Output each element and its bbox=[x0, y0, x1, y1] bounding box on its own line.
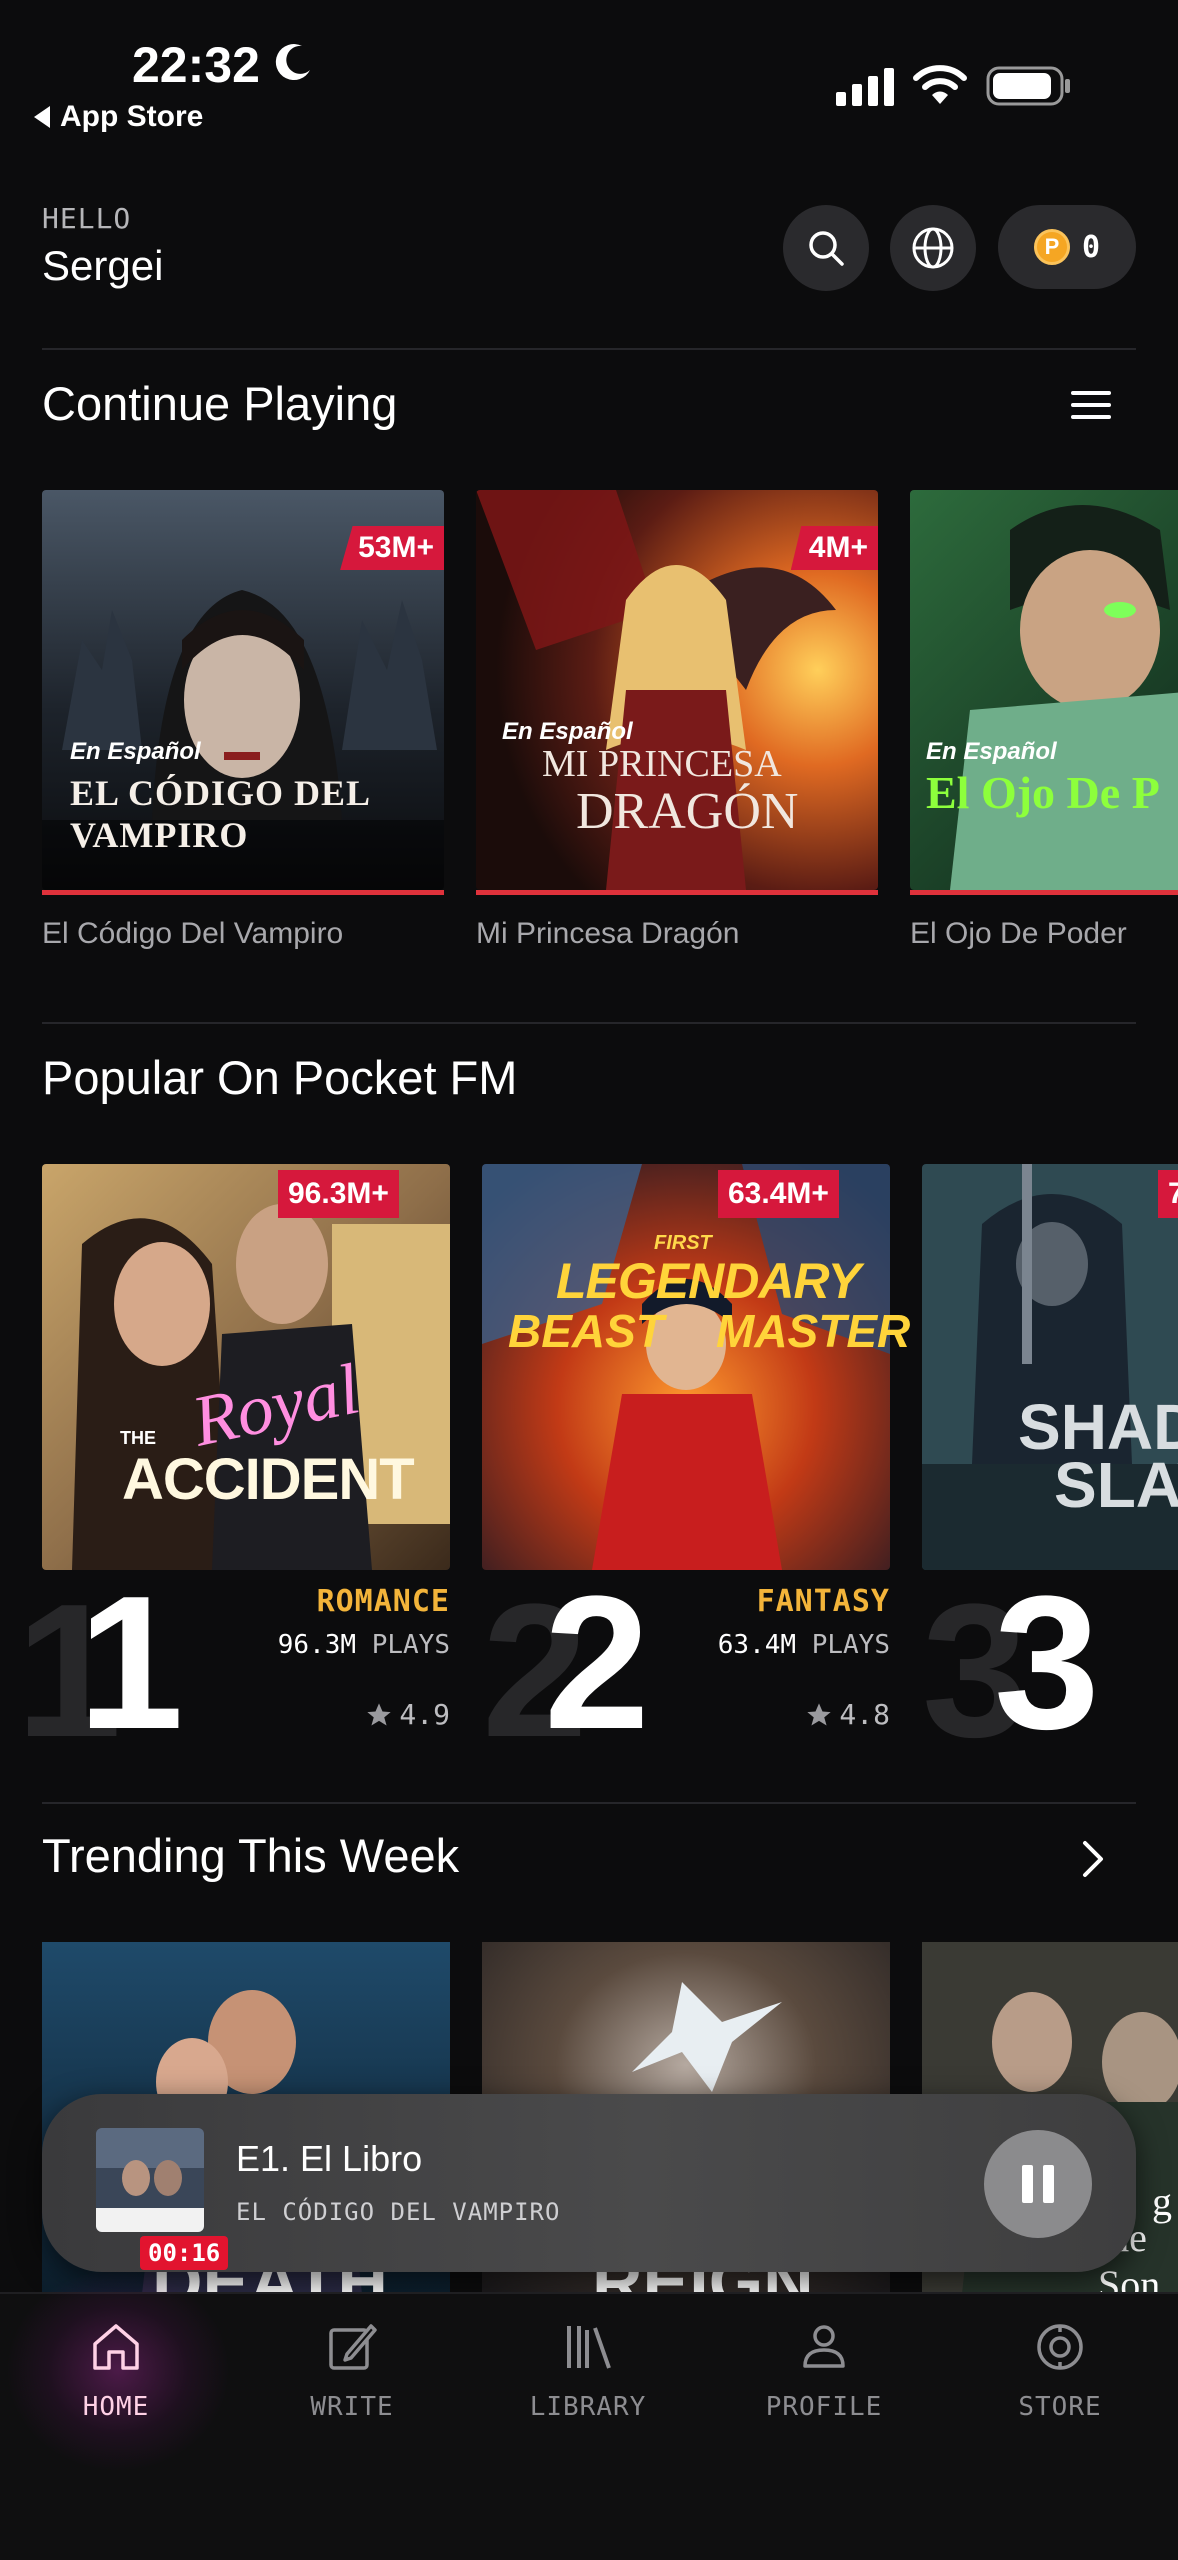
cellular-signal-icon bbox=[836, 68, 894, 106]
back-arrow-icon bbox=[34, 106, 50, 128]
cover-title: EL CÓDIGO DEL VAMPIRO bbox=[70, 773, 370, 855]
continue-card[interactable]: En Español EL CÓDIGO DEL VAMPIRO 53M+ El… bbox=[42, 490, 444, 951]
plays-badge: 7 bbox=[1158, 1170, 1178, 1218]
chevron-right-icon[interactable] bbox=[1082, 1840, 1104, 1878]
cover-tag: En Español bbox=[70, 738, 201, 765]
show-title: EL CÓDIGO DEL VAMPIRO bbox=[236, 2198, 561, 2226]
genre-label: ROMANCE bbox=[316, 1584, 450, 1619]
back-to-app-store[interactable]: App Store bbox=[34, 100, 203, 134]
cover-title: LEGENDARY bbox=[556, 1253, 861, 1309]
progress-bar bbox=[42, 890, 444, 895]
back-label: App Store bbox=[60, 100, 204, 133]
pencil-icon bbox=[329, 2324, 377, 2370]
cover-image: En Español El Ojo De P bbox=[910, 490, 1178, 890]
plays-badge: 96.3M+ bbox=[278, 1170, 399, 1218]
nav-home[interactable]: HOME bbox=[16, 2320, 216, 2422]
elapsed-time: 00:16 bbox=[140, 2236, 229, 2270]
cover-image: En Español EL CÓDIGO DEL VAMPIRO 53M+ bbox=[42, 490, 444, 890]
divider bbox=[42, 1022, 1136, 1024]
popular-card[interactable]: FIRST LEGENDARY BEAST MASTER 63.4M+ 2 2 … bbox=[482, 1164, 911, 1766]
divider bbox=[42, 348, 1136, 350]
cover-title-3: MASTER bbox=[716, 1305, 911, 1357]
cover-title: MI PRINCESA bbox=[542, 743, 782, 785]
divider bbox=[42, 1802, 1136, 1804]
progress-bar bbox=[476, 890, 878, 895]
search-icon bbox=[809, 231, 844, 266]
popular-card[interactable]: Royal THE ACCIDENT 96.3M+ 1 1 ROMANCE 96… bbox=[16, 1164, 450, 1766]
progress-bar bbox=[910, 890, 1178, 895]
pause-button[interactable] bbox=[984, 2130, 1092, 2238]
cover-image: SHADO SLAV 7 bbox=[922, 1164, 1178, 1570]
card-title: El Ojo De Poder bbox=[910, 917, 1127, 950]
nav-library[interactable]: LIBRARY bbox=[488, 2320, 688, 2422]
person-icon bbox=[803, 2325, 845, 2368]
rank-number: 3 bbox=[994, 1557, 1100, 1764]
cover-title: ACCIDENT bbox=[122, 1447, 415, 1512]
coin-icon: P bbox=[1033, 229, 1070, 265]
cover-image: En Español MI PRINCESA DRAGÓN 4M+ bbox=[476, 490, 878, 890]
username: Sergei bbox=[42, 242, 164, 289]
plays-badge: 4M+ bbox=[790, 526, 878, 570]
store-icon bbox=[1037, 2324, 1083, 2370]
rating: 4.9 bbox=[365, 1698, 450, 1731]
search-button[interactable] bbox=[783, 205, 869, 291]
rank-number: 1 bbox=[78, 1557, 184, 1769]
globe-icon bbox=[912, 227, 954, 269]
player-thumbnail[interactable] bbox=[96, 2128, 204, 2232]
star-icon bbox=[367, 1702, 392, 1725]
coin-balance: 0 bbox=[1081, 229, 1101, 265]
plays-count: 96.3M PLAYS bbox=[277, 1630, 450, 1660]
star-icon bbox=[807, 1702, 832, 1725]
pause-icon bbox=[1022, 2165, 1033, 2203]
status-time: 22:32 bbox=[132, 37, 260, 93]
nav-write[interactable]: WRITE bbox=[252, 2320, 452, 2422]
greeting-label: HELLO bbox=[42, 202, 132, 235]
continue-card[interactable]: En Español MI PRINCESA DRAGÓN 4M+ Mi Pri… bbox=[476, 490, 878, 951]
cover-title-2: BEAST bbox=[508, 1305, 664, 1357]
cover-tag: En Español bbox=[926, 738, 1057, 765]
card-title: El Código Del Vampiro bbox=[42, 917, 344, 950]
genre-label: FANTASY bbox=[756, 1584, 890, 1619]
plays-badge: 63.4M+ bbox=[718, 1170, 839, 1218]
coin-balance-button[interactable]: P 0 bbox=[998, 205, 1136, 289]
rating: 4.8 bbox=[805, 1698, 890, 1731]
plays-badge: 53M+ bbox=[340, 526, 444, 570]
nav-store[interactable]: STORE bbox=[960, 2320, 1160, 2422]
continue-card[interactable]: En Español El Ojo De P El Ojo De Poder bbox=[910, 490, 1178, 951]
language-button[interactable] bbox=[890, 205, 976, 291]
section-title-continue-playing: Continue Playing bbox=[42, 377, 398, 430]
section-title-trending: Trending This Week bbox=[42, 1829, 460, 1882]
home-icon bbox=[93, 2324, 139, 2370]
cover-image: FIRST LEGENDARY BEAST MASTER 63.4M+ bbox=[482, 1164, 911, 1570]
card-title: Mi Princesa Dragón bbox=[476, 917, 740, 950]
cover-title-2: SLAV bbox=[1054, 1449, 1178, 1521]
episode-title: E1. El Libro bbox=[236, 2138, 423, 2179]
battery-icon bbox=[986, 66, 1070, 106]
nav-profile[interactable]: PROFILE bbox=[724, 2320, 924, 2422]
rank-number: 2 bbox=[544, 1557, 650, 1769]
cover-title: El Ojo De P bbox=[926, 767, 1160, 818]
moon-icon bbox=[275, 44, 310, 81]
cover-image: Royal THE ACCIDENT 96.3M+ bbox=[42, 1164, 450, 1570]
wifi-icon bbox=[913, 65, 967, 104]
menu-icon[interactable] bbox=[1071, 390, 1111, 420]
books-icon bbox=[567, 2326, 611, 2369]
section-title-popular: Popular On Pocket FM bbox=[42, 1051, 518, 1104]
cover-title-2: DRAGÓN bbox=[576, 783, 799, 840]
plays-count: 63.4M PLAYS bbox=[717, 1630, 890, 1660]
popular-card[interactable]: SHADO SLAV 7 3 3 bbox=[922, 1164, 1178, 1764]
